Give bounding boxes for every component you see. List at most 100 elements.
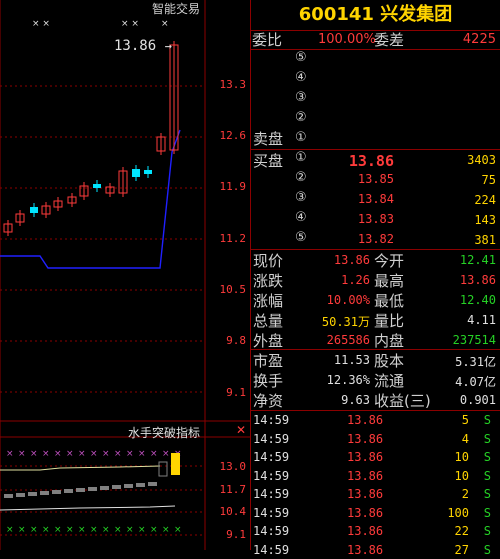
indicator-bar [40, 491, 49, 495]
last-price-marker: 13.86 → [114, 38, 172, 54]
sell-level-index: ⑤ [295, 50, 307, 65]
indicator-marker: × [90, 449, 98, 459]
tick-row[interactable]: 14:59 13.86 22 S [251, 522, 499, 540]
tick-volume: 10 [454, 450, 469, 464]
indicator-marker: × [6, 525, 14, 535]
buy-level-index: ⑤ [295, 230, 307, 245]
price-axis-tick: 9.1 [226, 386, 246, 399]
tick-time: 14:59 [253, 431, 290, 446]
close-icon[interactable]: ✕ [236, 423, 246, 437]
tick-side: S [483, 431, 491, 446]
tick-time: 14:59 [253, 450, 290, 464]
candle [144, 170, 152, 174]
quote-value: 13.86 [459, 273, 496, 287]
indicator-bar [124, 484, 133, 488]
indicator-bar [88, 487, 97, 491]
buy-level-price: 13.84 [357, 192, 394, 206]
last-price-value: 13.86 [114, 38, 157, 54]
svg-text:×: × [161, 19, 169, 29]
indicator-marker: × [162, 449, 170, 459]
tick-volume: 4 [461, 431, 469, 446]
tick-price: 13.86 [347, 505, 384, 520]
price-axis-tick: 11.2 [219, 232, 247, 245]
buy-level-index: ① [295, 150, 307, 165]
buy-level-volume: 224 [474, 193, 496, 207]
indicator-marker: × [114, 525, 122, 535]
indicator-bar [64, 489, 73, 493]
tick-side: S [483, 487, 491, 501]
sell-level-index: ③ [295, 90, 307, 105]
indicator-marker: × [66, 449, 74, 459]
tick-price: 13.86 [347, 468, 384, 483]
fundamental-label: 市盈 [253, 352, 284, 370]
tick-time: 14:59 [253, 413, 290, 427]
indicator-marker: × [54, 525, 62, 535]
quote-value: 50.31万 [321, 315, 370, 329]
buy-level-volume: 143 [474, 213, 496, 227]
indicator-marker: × [102, 525, 110, 535]
buy-level-price: 13.85 [357, 172, 394, 186]
quote-label: 最低 [374, 292, 405, 310]
price-chart-area[interactable]: × × × × × ××××××××××××××××××××××××××××××… [0, 0, 250, 550]
indicator-marker: × [162, 525, 170, 535]
price-axis-tick: 13.3 [219, 78, 247, 91]
indicator-marker: × [126, 449, 134, 459]
stock-name: 兴发集团 [380, 4, 453, 25]
stock-code: 600141 [298, 4, 374, 25]
buy-label: 买盘 [253, 152, 284, 170]
candle [93, 184, 101, 188]
tick-row[interactable]: 14:59 13.86 5 S [251, 411, 499, 429]
tick-price: 13.86 [347, 524, 384, 538]
tick-row[interactable]: 14:59 13.86 100 S [251, 504, 499, 522]
weicha-value: 4225 [462, 32, 496, 47]
quote-label: 涨幅 [253, 292, 284, 310]
quote-value: 12.40 [459, 293, 496, 307]
quote-value: 265586 [326, 333, 370, 347]
indicator-marker: × [42, 449, 50, 459]
price-axis-tick: 9.8 [226, 334, 246, 347]
indicator-marker: × [18, 525, 26, 535]
indicator-line [0, 505, 176, 511]
tick-row[interactable]: 14:59 13.86 4 S [251, 430, 499, 448]
tick-row[interactable]: 14:59 13.86 2 S [251, 485, 499, 503]
indicator-bar [158, 461, 168, 477]
indicator-marker: × [54, 449, 62, 459]
indicator-line [0, 465, 161, 471]
tick-volume: 10 [454, 468, 469, 483]
tick-row[interactable]: 14:59 13.86 10 S [251, 448, 499, 466]
weicha-label: 委差 [374, 31, 405, 49]
fundamental-value: 12.36% [326, 373, 370, 387]
indicator-axis-tick: 13.0 [219, 460, 247, 473]
fundamental-value: 11.53 [333, 353, 370, 367]
indicator-marker: × [114, 449, 122, 459]
price-axis-tick: 11.9 [219, 180, 247, 193]
tick-volume: 5 [461, 413, 469, 427]
indicator-marker: × [174, 525, 182, 535]
fundamental-value: 5.31亿 [455, 355, 496, 369]
fundamental-label: 股本 [374, 352, 405, 370]
sell-level-index: ④ [295, 70, 307, 85]
tick-price: 13.86 [347, 413, 384, 427]
fundamental-label: 收益(三) [374, 392, 431, 410]
fundamental-label: 流通 [374, 372, 405, 390]
quote-label: 外盘 [253, 332, 284, 350]
tick-volume: 2 [461, 487, 469, 501]
indicator-marker: × [78, 449, 86, 459]
quote-label: 涨跌 [253, 272, 284, 290]
tick-side: S [483, 413, 491, 427]
indicator-marker: × [126, 525, 134, 535]
tick-time: 14:59 [253, 468, 290, 483]
quote-label: 今开 [374, 252, 405, 270]
indicator-bar [16, 493, 25, 497]
sell-label: 卖盘 [253, 130, 284, 148]
tick-side: S [483, 468, 491, 483]
quote-label: 现价 [253, 252, 284, 270]
indicator-bar [136, 483, 145, 487]
indicator-marker: × [102, 449, 110, 459]
sell-level-index: ② [295, 110, 307, 125]
tick-row[interactable]: 14:59 13.86 10 S [251, 467, 499, 485]
fundamental-label: 净资 [253, 392, 284, 410]
quote-label: 总量 [253, 312, 284, 330]
indicator-marker: × [18, 449, 26, 459]
tick-side: S [483, 524, 491, 538]
